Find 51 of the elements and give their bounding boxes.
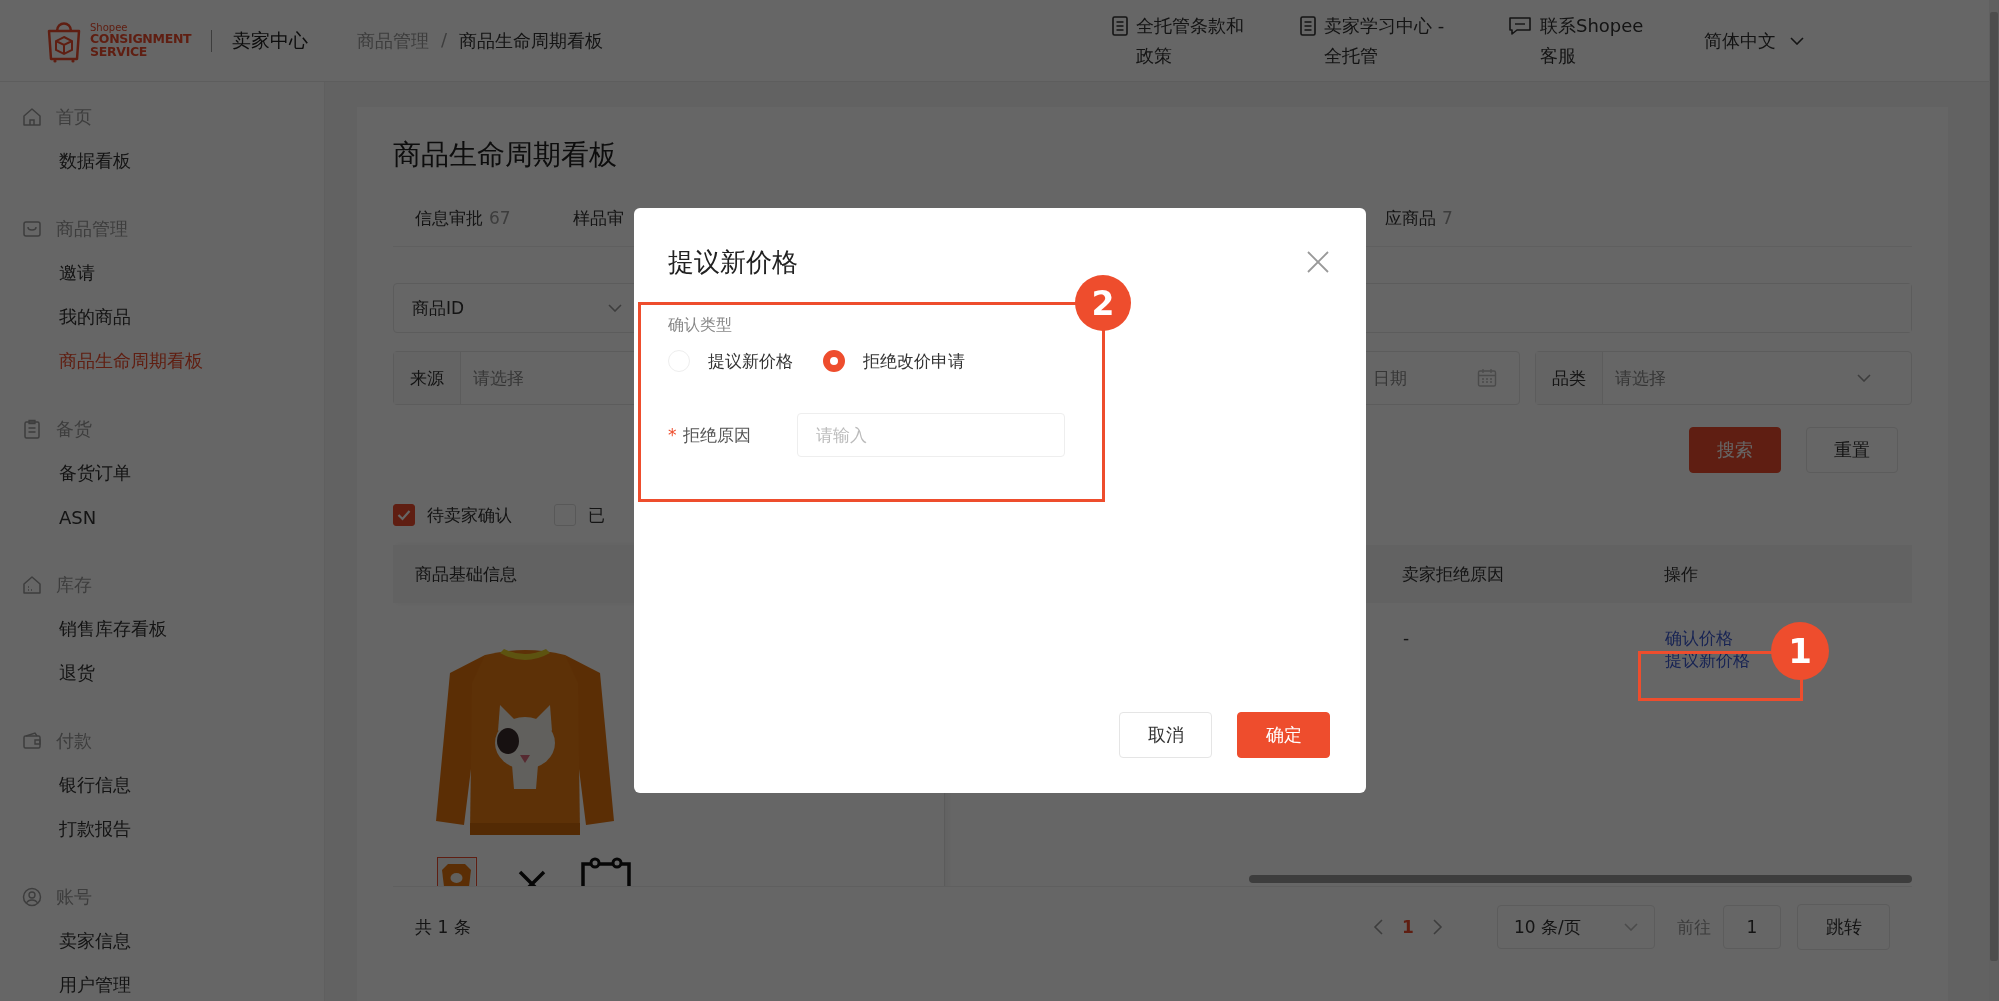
brand-tagline: Shopee xyxy=(90,22,128,33)
breadcrumb-separator: / xyxy=(441,28,448,52)
column-header: 操作 xyxy=(1663,562,1699,586)
breadcrumb-item: 商品生命周期看板 xyxy=(459,28,604,53)
checkbox-label: 已 xyxy=(588,503,605,527)
radio-label[interactable]: 提议新价格 xyxy=(708,349,793,373)
nav-item[interactable]: 邀请 xyxy=(0,251,324,295)
filter-label: 来源 xyxy=(394,352,461,404)
nav-item[interactable]: 销售库存看板 xyxy=(0,607,324,651)
field-label: 拒绝原因 xyxy=(682,423,752,447)
total-count: 共 1 条 xyxy=(415,915,471,939)
language-select[interactable]: 简体中文 xyxy=(1704,28,1804,53)
page-input[interactable]: 1 xyxy=(1723,905,1781,949)
nav-item[interactable]: 商品生命周期看板 xyxy=(0,339,324,383)
nav-item[interactable]: 银行信息 xyxy=(0,763,324,807)
step-badge: 1 xyxy=(1771,622,1829,680)
jump-button[interactable]: 跳转 xyxy=(1797,904,1890,950)
reason-input[interactable]: 请输入 xyxy=(796,413,1065,457)
search-button[interactable]: 搜索 xyxy=(1689,427,1781,473)
page-number[interactable]: 1 xyxy=(1393,917,1423,937)
field-label: 确认类型 xyxy=(668,314,733,336)
nav-item[interactable]: 备货订单 xyxy=(0,451,324,495)
table-cell-text: - xyxy=(1402,627,1411,650)
column-header: 商品基础信息 xyxy=(415,562,517,586)
page-size-select[interactable]: 10 条/页 xyxy=(1497,905,1655,949)
nav-item[interactable]: ASN xyxy=(0,495,324,539)
dialog-title: 提议新价格 xyxy=(668,245,798,279)
nav-item[interactable]: 我的商品 xyxy=(0,295,324,339)
reset-button[interactable]: 重置 xyxy=(1806,427,1898,473)
nav-item[interactable]: 退货 xyxy=(0,651,324,695)
header-link[interactable]: 卖家学习中心 - 全托管 xyxy=(1324,10,1456,71)
nav-item[interactable]: 用户管理 xyxy=(0,963,324,1001)
column-header: 卖家拒绝原因 xyxy=(1401,562,1505,586)
nav-item[interactable]: 打款报告 xyxy=(0,807,324,851)
app-name: 卖家中心 xyxy=(232,27,309,53)
tab[interactable]: 样品审 xyxy=(573,207,624,228)
nav-item[interactable]: 卖家信息 xyxy=(0,919,324,963)
nav-item[interactable]: 数据看板 xyxy=(0,139,324,183)
required-mark: * xyxy=(668,425,677,445)
cancel-button[interactable]: 取消 xyxy=(1119,712,1212,758)
brand-name-line: SERVICE xyxy=(90,45,149,59)
header-link[interactable]: 全托管条款和政策 xyxy=(1136,10,1248,71)
filter-label: 品类 xyxy=(1536,352,1603,404)
brand-name-line: CONSIGNMENT xyxy=(90,32,192,46)
action-link[interactable]: 确认价格 xyxy=(1665,627,1733,649)
radio-label[interactable]: 拒绝改价申请 xyxy=(863,349,965,373)
header-link[interactable]: 联系Shopee 客服 xyxy=(1540,10,1652,71)
confirm-button[interactable]: 确定 xyxy=(1237,712,1330,758)
checkbox-label: 待卖家确认 xyxy=(427,503,512,527)
page-title: 商品生命周期看板 xyxy=(393,137,618,173)
step-badge: 2 xyxy=(1075,275,1131,331)
